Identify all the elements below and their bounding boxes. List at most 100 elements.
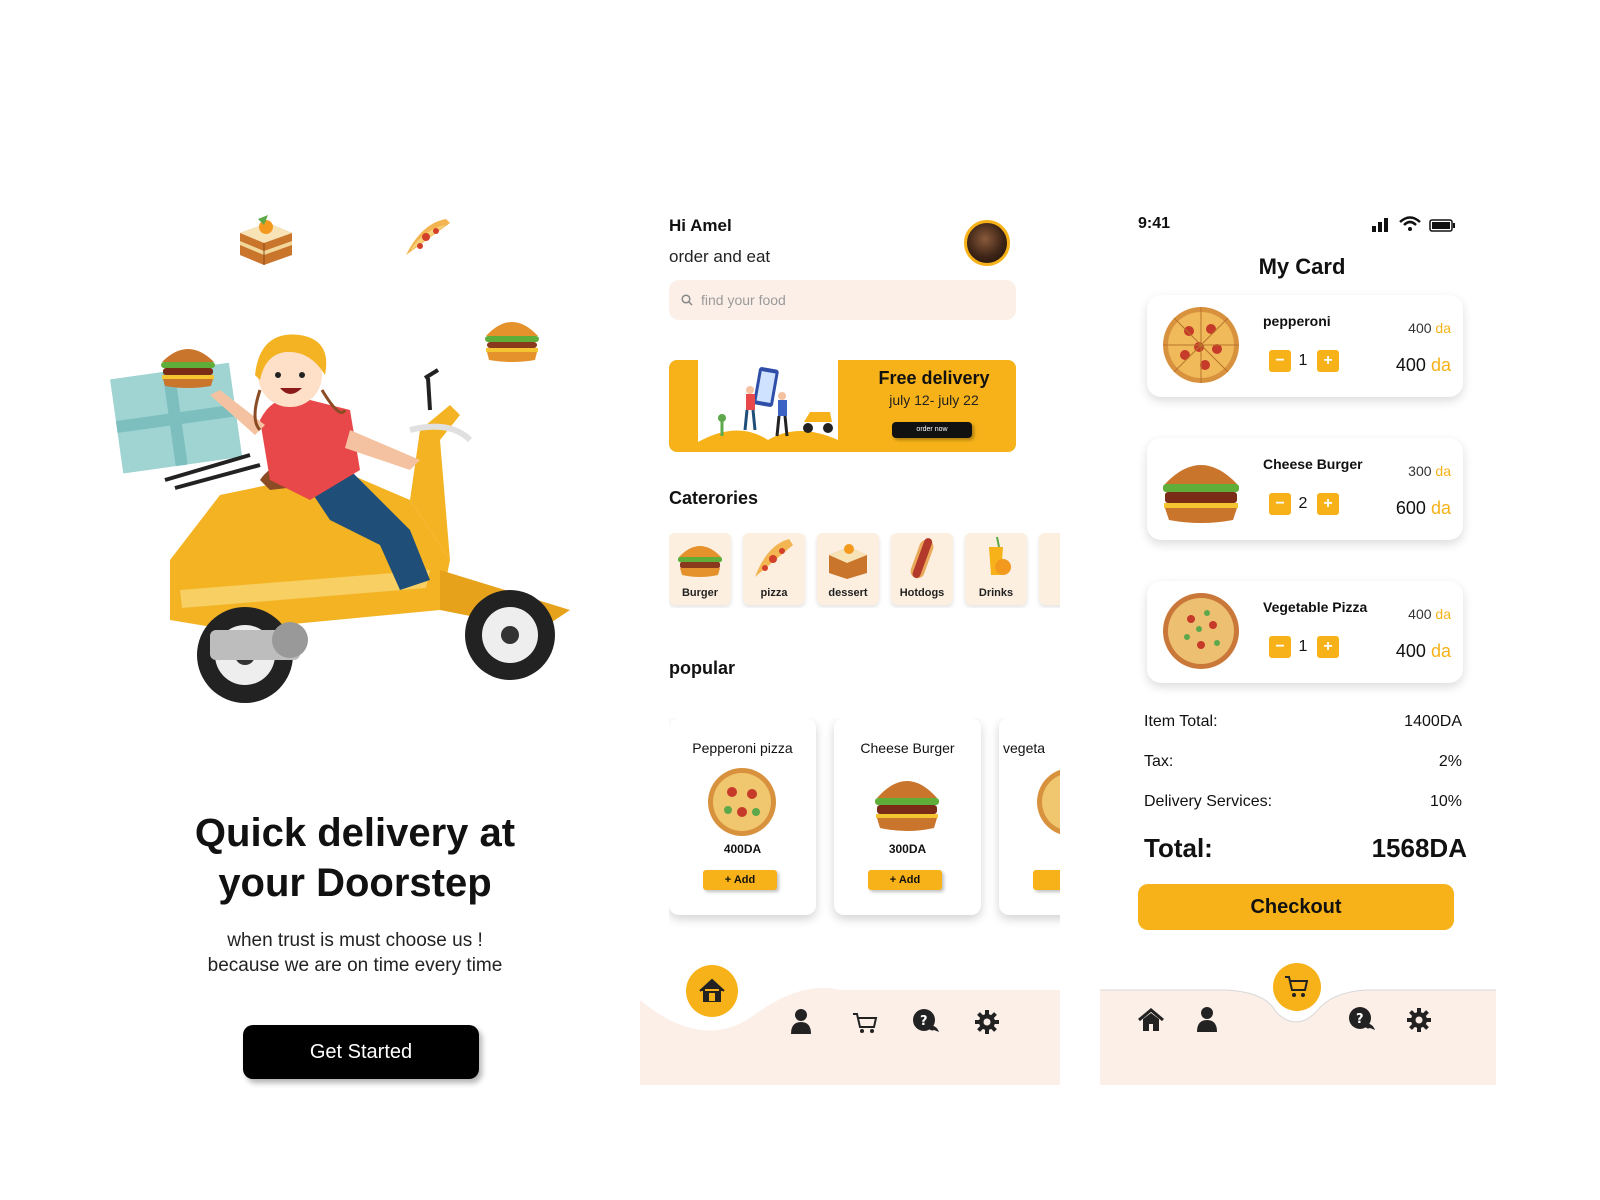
- popular-card-vegetable[interactable]: vegeta: [999, 718, 1060, 915]
- summary-value: 10%: [1429, 793, 1462, 810]
- item-quantity: 1: [1298, 352, 1308, 369]
- popular-card-name: Pepperoni pizza: [692, 740, 793, 756]
- increase-quantity-button[interactable]: +: [1317, 350, 1339, 372]
- cake-icon: [240, 215, 292, 265]
- onboarding-screen: Quick delivery at your Doorstep when tru…: [110, 200, 590, 1080]
- summary-total: Total: 1568DA: [1144, 833, 1467, 864]
- increase-quantity-button[interactable]: +: [1317, 493, 1339, 515]
- item-quantity: 1: [1298, 638, 1308, 655]
- pizza-image: [708, 768, 776, 836]
- item-quantity: 2: [1298, 495, 1308, 512]
- popular-card-price: 300DA: [888, 842, 927, 856]
- add-button[interactable]: + Add: [703, 870, 777, 890]
- hotdog-icon: [910, 538, 934, 579]
- cart-icon[interactable]: [1272, 962, 1322, 1012]
- get-started-button[interactable]: Get Started: [243, 1025, 479, 1079]
- summary-item-total: Item Total: 1400DA: [1144, 713, 1462, 731]
- category-hotdogs[interactable]: Hotdogs: [891, 533, 953, 605]
- decrease-quantity-button[interactable]: −: [1269, 350, 1291, 372]
- home-icon[interactable]: [685, 964, 739, 1018]
- category-label: pizza: [760, 587, 788, 599]
- pizza-image: [1037, 769, 1060, 835]
- categories-title: Caterories: [669, 488, 759, 508]
- category-label: Hotdogs: [899, 587, 945, 599]
- add-button[interactable]: [1033, 870, 1060, 890]
- user-icon[interactable]: [1196, 1006, 1218, 1032]
- summary-tax: Tax: 2%: [1144, 753, 1462, 771]
- promo-date: july 12- july 22: [889, 392, 979, 408]
- popular-card-name: Cheese Burger: [860, 740, 955, 756]
- cart-icon[interactable]: [852, 1012, 878, 1034]
- order-now-button[interactable]: order now: [892, 422, 972, 438]
- chat-help-icon[interactable]: ?: [1348, 1006, 1376, 1034]
- page-title: My Card: [1258, 254, 1346, 279]
- cart-item: Cheese Burger 300 da − 2 + 600 da: [1147, 438, 1463, 540]
- signal-icon: [1372, 218, 1388, 232]
- category-more[interactable]: [1039, 533, 1060, 605]
- search-input[interactable]: [701, 292, 991, 308]
- popular-card-cheese-burger[interactable]: Cheese Burger 300DA + Add: [834, 718, 981, 915]
- hero-title-line2: your Doorstep: [218, 861, 492, 905]
- category-burger[interactable]: Burger: [669, 533, 731, 605]
- category-label: dessert: [828, 587, 868, 599]
- hero-title: Quick delivery at your Doorstep: [155, 808, 555, 908]
- status-icons: [1372, 216, 1455, 232]
- category-drinks[interactable]: Drinks: [965, 533, 1027, 605]
- popular-card-name: vegeta: [1003, 740, 1046, 756]
- summary-label: Tax:: [1144, 753, 1174, 770]
- greeting: Hi Amel: [669, 216, 732, 235]
- category-label: Burger: [681, 587, 719, 599]
- item-unit-price: 300 da: [1408, 463, 1451, 479]
- svg-text:?: ?: [920, 1014, 928, 1029]
- gear-icon[interactable]: [974, 1009, 1000, 1035]
- avatar[interactable]: [964, 220, 1010, 266]
- item-unit-price: 400 da: [1408, 606, 1451, 622]
- decrease-quantity-button[interactable]: −: [1269, 493, 1291, 515]
- category-pizza[interactable]: pizza: [743, 533, 805, 605]
- add-button[interactable]: + Add: [868, 870, 942, 890]
- item-total: 400 da: [1395, 641, 1451, 661]
- summary-label: Delivery Services:: [1144, 793, 1273, 810]
- delivery-illustration: [698, 360, 838, 452]
- decrease-quantity-button[interactable]: −: [1269, 636, 1291, 658]
- promo-banner[interactable]: Free delivery july 12- july 22 order now: [669, 360, 1016, 452]
- summary-value: 2%: [1438, 753, 1462, 770]
- total-value: 1568DA: [1371, 833, 1467, 863]
- categories-list: Burger pizza dessert Hotdogs Drinks: [669, 533, 1060, 608]
- cart-item: Vegetable Pizza 400 da − 1 + 400 da: [1147, 581, 1463, 683]
- summary-label: Item Total:: [1144, 713, 1218, 730]
- cart-screen: 9:41 My Card pepperoni 400 da − 1 + 400 …: [1100, 200, 1504, 1085]
- hero-title-line1: Quick delivery at: [194, 811, 516, 855]
- popular-list: Pepperoni pizza 400DA + Add Cheese Burge…: [669, 718, 1060, 928]
- item-total: 400 da: [1395, 355, 1451, 375]
- status-time: 9:41: [1138, 215, 1171, 232]
- popular-title: popular: [669, 658, 735, 678]
- wifi-icon: [1399, 216, 1421, 231]
- burger-image: [875, 781, 939, 831]
- pizza-slice-icon: [406, 219, 450, 255]
- home-screen: Hi Amel order and eat Free delivery july: [640, 200, 1060, 1085]
- popular-card-pepperoni[interactable]: Pepperoni pizza 400DA + Add: [669, 718, 816, 915]
- increase-quantity-button[interactable]: +: [1317, 636, 1339, 658]
- drink-icon: [989, 536, 1011, 575]
- search-bar[interactable]: [669, 280, 1016, 320]
- user-icon[interactable]: [790, 1008, 812, 1034]
- cart-item: pepperoni 400 da − 1 + 400 da: [1147, 295, 1463, 397]
- category-label: Drinks: [978, 587, 1014, 599]
- hero-subtitle: when trust is must choose us ! because w…: [155, 928, 555, 978]
- category-dessert[interactable]: dessert: [817, 533, 879, 605]
- checkout-button[interactable]: Checkout: [1138, 884, 1454, 930]
- item-name: Vegetable Pizza: [1263, 599, 1368, 615]
- greeting-subtitle: order and eat: [669, 247, 771, 266]
- search-icon: [681, 294, 693, 306]
- item-unit-price: 400 da: [1408, 320, 1451, 336]
- item-name: pepperoni: [1263, 313, 1331, 329]
- vegetable-pizza-image: [1163, 593, 1239, 669]
- cheese-burger-image: [1163, 465, 1239, 523]
- gear-icon[interactable]: [1406, 1007, 1432, 1033]
- home-icon[interactable]: [1138, 1008, 1164, 1032]
- chat-help-icon[interactable]: ?: [912, 1008, 940, 1036]
- summary-delivery: Delivery Services: 10%: [1144, 793, 1462, 811]
- burger-icon: [678, 546, 722, 577]
- item-name: Cheese Burger: [1263, 456, 1363, 472]
